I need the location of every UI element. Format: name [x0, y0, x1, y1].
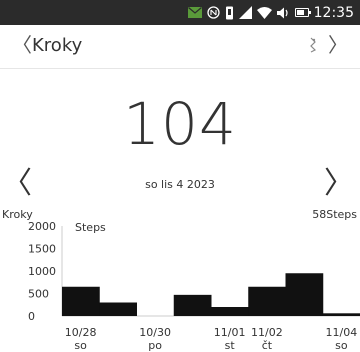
chart-bar [248, 286, 286, 316]
chart-bar [285, 273, 324, 316]
chart-bar [322, 313, 360, 316]
x-tick-date: 11/02 [251, 326, 283, 339]
chart-bar [211, 307, 249, 316]
chart-bar [173, 294, 212, 316]
back-button[interactable]: 〈 [12, 34, 32, 56]
status-bar: 12:35 [0, 0, 360, 25]
y-tick-label: 500 [28, 288, 49, 301]
status-icons: 12:35 [187, 4, 354, 21]
x-tick-day: st [225, 339, 236, 352]
page-title: Kroky [32, 35, 83, 56]
signal-icon [238, 6, 252, 19]
x-tick-day: so [74, 339, 87, 352]
y-tick-label: 0 [28, 310, 35, 323]
sync-icon[interactable] [306, 36, 320, 54]
x-tick-day: so [335, 339, 348, 352]
y-tick-label: 2000 [28, 220, 56, 233]
next-day-button[interactable]: 〉 [324, 166, 354, 202]
wifi-icon [256, 6, 272, 19]
forward-button[interactable]: 〉 [328, 34, 348, 56]
current-date: so lis 4 2023 [145, 178, 215, 191]
y-tick-label: 1000 [28, 265, 56, 278]
battery-icon [294, 8, 311, 17]
nfc-icon [206, 6, 220, 19]
chart-bar [99, 302, 137, 316]
x-tick-date: 11/01 [214, 326, 246, 339]
header: 〈 Kroky 〉 [0, 25, 360, 69]
x-tick-date: 11/04 [326, 326, 358, 339]
x-tick-date: 10/30 [139, 326, 171, 339]
x-tick-date: 10/28 [65, 326, 97, 339]
volume-icon [276, 7, 288, 18]
mail-icon [187, 7, 202, 18]
vibrate-icon [225, 6, 233, 19]
x-tick-day: po [148, 339, 162, 352]
status-time: 12:35 [313, 4, 354, 21]
y-tick-label: 1500 [28, 243, 56, 256]
x-tick-day: čt [262, 339, 273, 352]
step-count-total: 104 [123, 90, 237, 158]
steps-bar-chart: 200015001000500010/28so10/30po11/01st11/… [28, 220, 360, 352]
chart-bar [62, 286, 100, 316]
